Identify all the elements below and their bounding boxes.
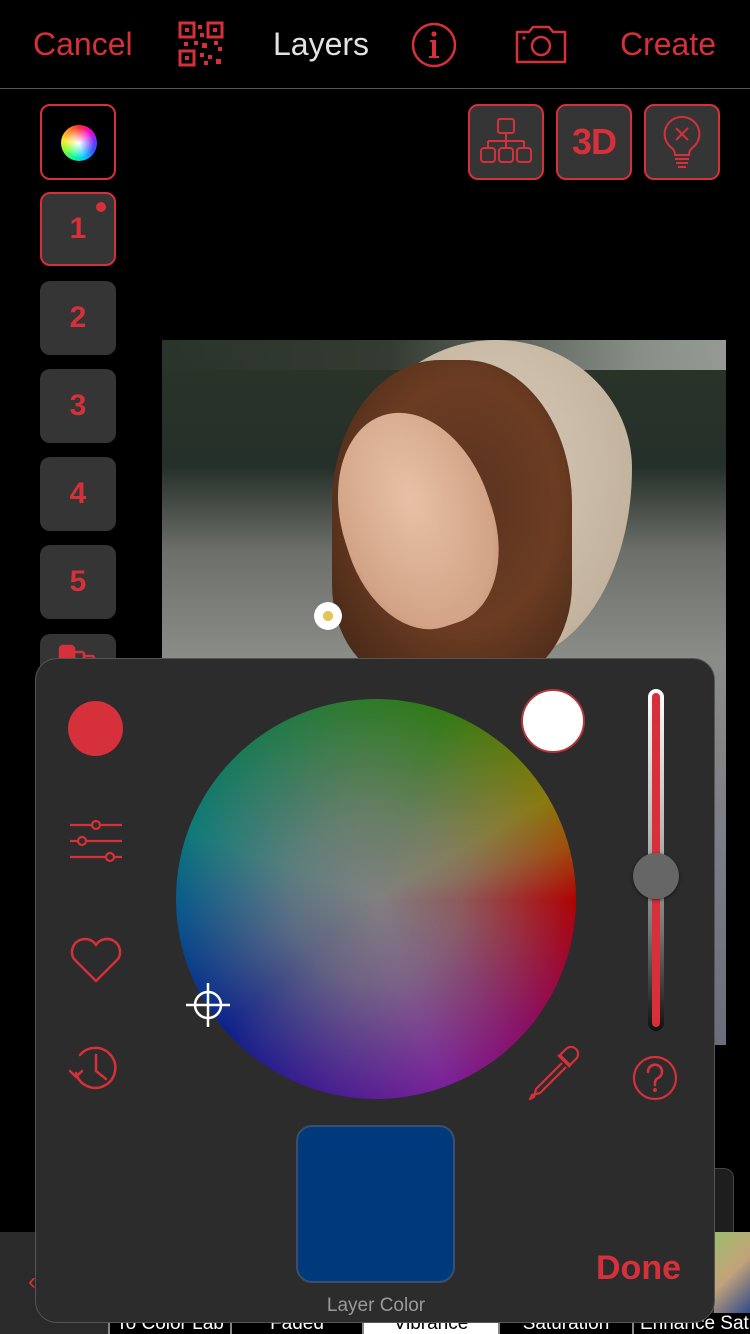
active-dot <box>96 202 106 212</box>
layer-label: 3 <box>69 389 87 422</box>
info-icon[interactable] <box>411 22 457 68</box>
layer-button-5[interactable]: 5 <box>40 545 116 619</box>
camera-icon[interactable] <box>515 24 567 64</box>
layer-color-label: Layer Color <box>326 1295 426 1316</box>
page-title: Layers <box>273 26 370 62</box>
layer-button-3[interactable]: 3 <box>40 369 116 443</box>
layer-button-2[interactable]: 2 <box>40 281 116 355</box>
3d-button[interactable]: 3D <box>556 104 632 180</box>
current-color-swatch[interactable] <box>68 701 123 756</box>
color-picker-panel: Layer Color Done <box>35 658 715 1323</box>
cancel-button[interactable]: Cancel <box>33 22 133 66</box>
eyedropper-icon[interactable] <box>526 1045 582 1101</box>
bulb-button[interactable] <box>644 104 720 180</box>
color-ball-icon <box>61 125 97 161</box>
color-wheel[interactable] <box>176 699 576 1099</box>
hierarchy-icon <box>480 118 532 163</box>
top-bar: Cancel Layers Create <box>0 0 750 89</box>
layer-button-4[interactable]: 4 <box>40 457 116 531</box>
qr-code-icon[interactable] <box>178 21 224 67</box>
secondary-color-swatch[interactable] <box>521 689 585 753</box>
layer-color-swatch[interactable] <box>296 1125 455 1283</box>
crosshair-icon[interactable] <box>186 983 230 1027</box>
color-picker-button[interactable] <box>40 104 116 180</box>
brightness-slider-thumb[interactable] <box>633 853 679 899</box>
layer-label: 4 <box>69 477 87 510</box>
done-button[interactable]: Done <box>596 1249 681 1288</box>
hierarchy-button[interactable] <box>468 104 544 180</box>
heart-icon[interactable] <box>68 935 124 985</box>
history-icon[interactable] <box>66 1043 122 1095</box>
bulb-off-icon <box>663 115 701 168</box>
photo-daisy <box>314 602 342 630</box>
sliders-icon[interactable] <box>68 819 124 863</box>
layer-button-1[interactable]: 1 <box>40 192 116 266</box>
layer-label: 5 <box>69 565 87 598</box>
filter-thumbnail[interactable] <box>714 1232 750 1314</box>
layer-label: 2 <box>69 301 87 334</box>
help-icon[interactable] <box>632 1055 678 1101</box>
layer-label: 1 <box>69 212 87 245</box>
create-button[interactable]: Create <box>620 22 716 66</box>
